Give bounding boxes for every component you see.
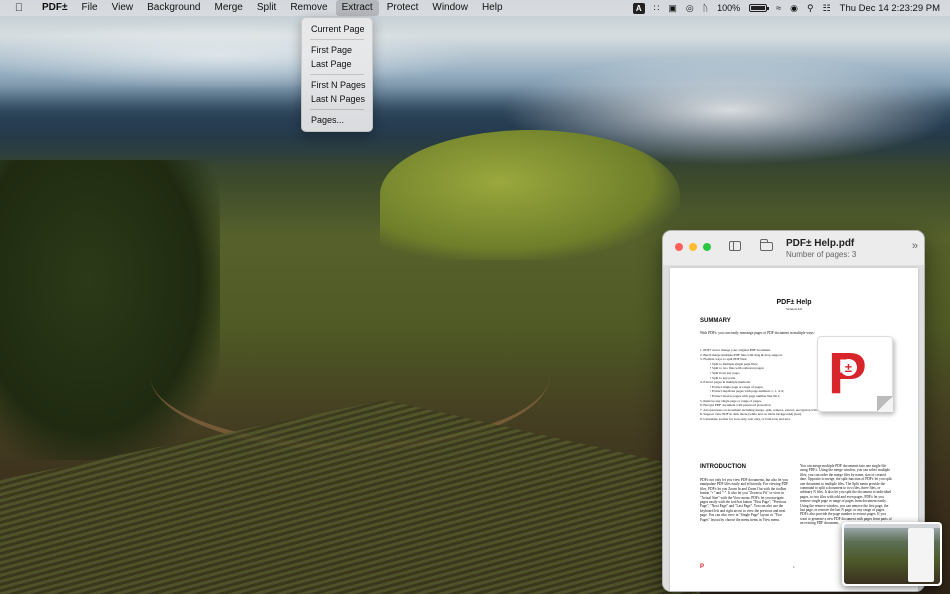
menu-item-first-page[interactable]: First Page — [302, 43, 372, 57]
dots-grid-icon[interactable]: ∷ — [654, 3, 660, 14]
status-area: A ∷ ▣ ◎ ᚢ 100% ≈ ◉ ⚲ ☷ Thu Dec 14 2:23:2… — [632, 2, 950, 14]
extract-menu-dropdown: Current Page First Page Last Page First … — [301, 17, 373, 132]
battery-percent: 100% — [717, 3, 741, 13]
footer-logo-icon: P — [700, 564, 705, 570]
menu-file[interactable]: File — [76, 0, 104, 16]
chevron-right-double-icon[interactable]: » — [912, 240, 918, 252]
menu-separator — [310, 39, 364, 40]
pdf-plus-minus-logo: P ± — [817, 336, 893, 412]
wallpaper-cloud — [0, 20, 480, 90]
screen-mirror-icon[interactable]: ▣ — [668, 3, 677, 14]
list-item: 9. Customize toolbar for icon only, text… — [700, 416, 791, 421]
window-title: PDF± Help.pdf — [786, 238, 855, 249]
thumbnail-image — [844, 524, 940, 584]
logo-plus-minus: ± — [840, 359, 857, 376]
sidebar-toggle-icon[interactable] — [729, 241, 741, 251]
menu-view[interactable]: View — [106, 0, 140, 16]
window-subtitle: Number of pages: 3 — [786, 250, 857, 259]
menu-help[interactable]: Help — [476, 0, 509, 16]
battery-icon[interactable] — [749, 4, 770, 12]
user-icon[interactable]: ◉ — [790, 3, 798, 14]
menu-item-last-page[interactable]: Last Page — [302, 57, 372, 71]
menu-separator — [310, 74, 364, 75]
menu-background[interactable]: Background — [141, 0, 206, 16]
close-button[interactable] — [675, 243, 683, 251]
doc-title: PDF± Help — [776, 299, 812, 306]
menu-item-pages[interactable]: Pages... — [302, 113, 372, 127]
page-number: 1 — [793, 565, 795, 569]
clock[interactable]: Thu Dec 14 2:23:29 PM — [840, 3, 940, 14]
minimize-button[interactable] — [689, 243, 697, 251]
menu-merge[interactable]: Merge — [209, 0, 249, 16]
menu-window[interactable]: Window — [426, 0, 474, 16]
folder-icon[interactable] — [759, 239, 773, 251]
menu-protect[interactable]: Protect — [381, 0, 425, 16]
thumbnail-window — [908, 528, 934, 582]
doc-version: Version 6.0 — [786, 307, 802, 311]
menu-app-name[interactable]: PDF± — [36, 0, 74, 16]
doc-summary-intro: With PDF±, you can easily rearrange page… — [700, 331, 815, 335]
page-curl-icon — [877, 396, 893, 412]
menu-separator — [310, 109, 364, 110]
menu-remove[interactable]: Remove — [284, 0, 333, 16]
menu-item-current-page[interactable]: Current Page — [302, 22, 372, 36]
menu-item-first-n-pages[interactable]: First N Pages — [302, 78, 372, 92]
doc-heading-introduction: INTRODUCTION — [700, 464, 746, 470]
menu-item-last-n-pages[interactable]: Last N Pages — [302, 92, 372, 106]
search-icon[interactable]: ⚲ — [807, 3, 814, 14]
wifi-icon[interactable]: ≈ — [776, 3, 781, 13]
screenshot-thumbnail[interactable] — [842, 522, 942, 586]
battery-fill — [751, 6, 766, 10]
wallpaper-hill — [380, 130, 680, 260]
apple-logo-icon[interactable]:  — [12, 2, 26, 14]
menu-extract[interactable]: Extract — [335, 0, 379, 16]
doc-intro-left: PDF± not only let you view PDF documents… — [700, 478, 789, 522]
airdrop-icon[interactable]: ◎ — [686, 3, 694, 14]
zoom-button[interactable] — [703, 243, 711, 251]
input-source-icon[interactable]: A — [632, 2, 645, 14]
menu-split[interactable]: Split — [251, 0, 282, 16]
control-center-icon[interactable]: ☷ — [823, 3, 831, 14]
menu-bar:  PDF± File View Background Merge Split … — [0, 0, 950, 16]
bluetooth-icon[interactable]: ᚢ — [703, 3, 708, 13]
window-titlebar[interactable]: PDF± Help.pdf Number of pages: 3 » — [663, 231, 924, 265]
doc-heading-summary: SUMMARY — [700, 318, 731, 324]
